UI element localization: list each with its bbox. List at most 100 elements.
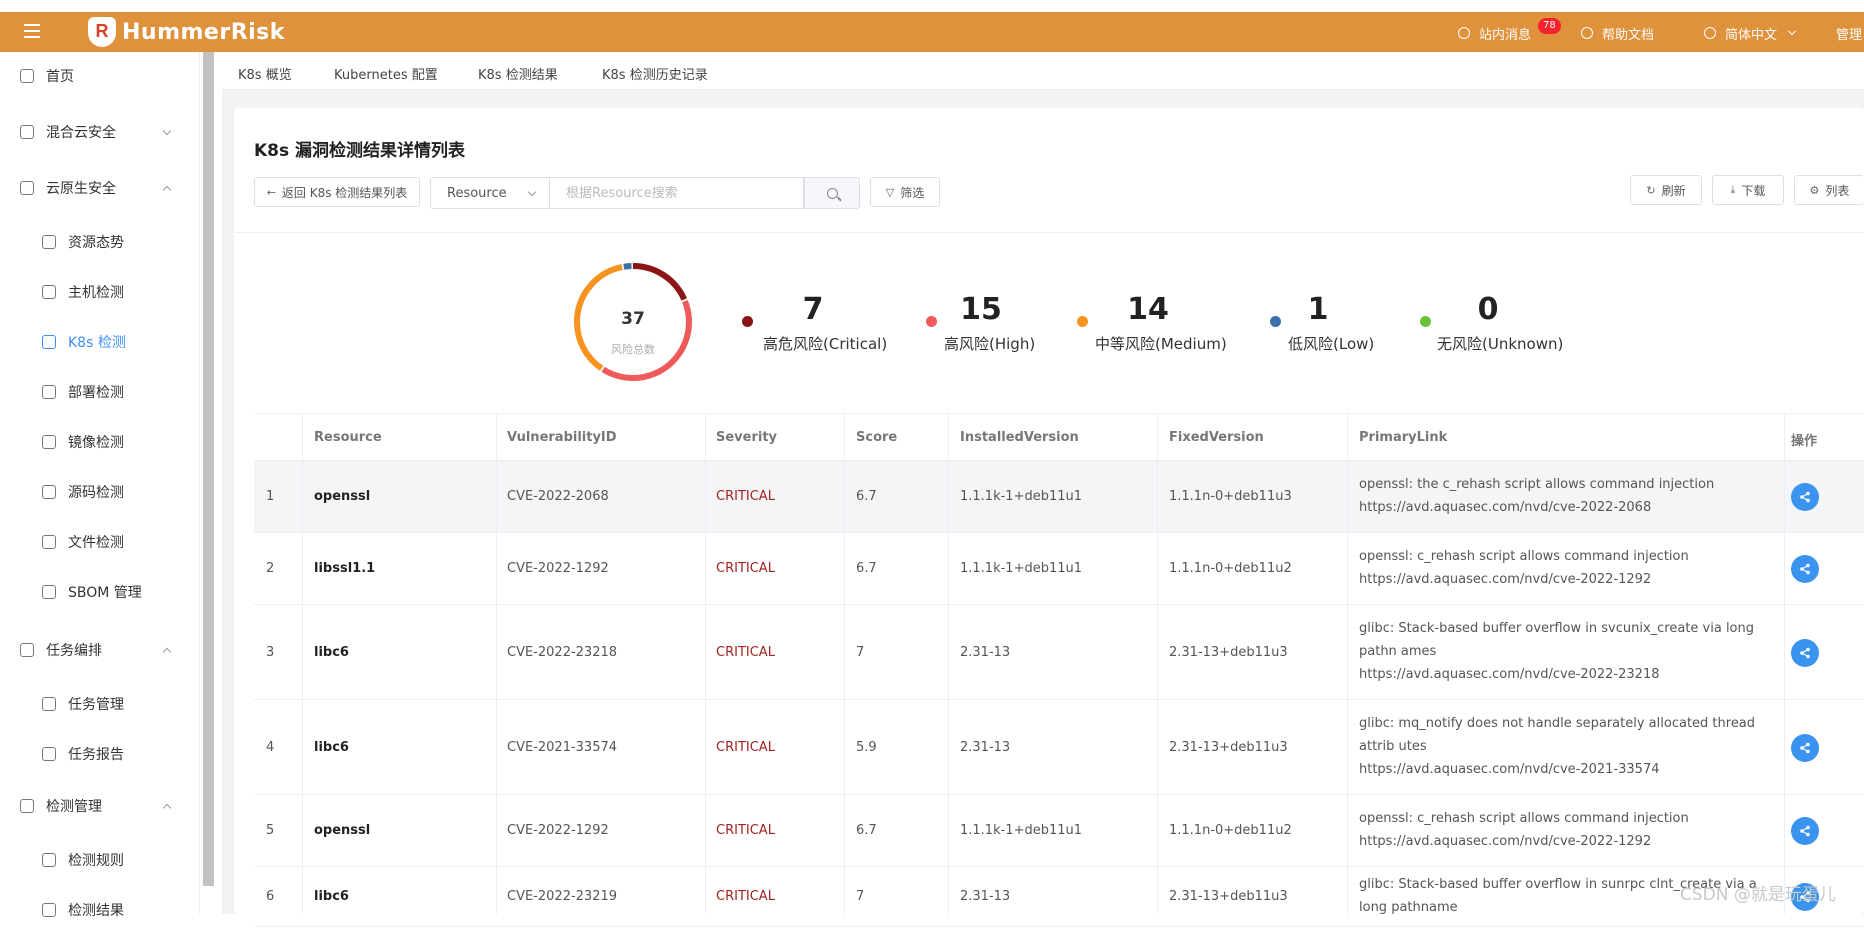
sidebar-item-label: 主机检测 [68,285,124,301]
cloud-icon [20,125,34,139]
cell-vid: CVE-2022-23218 [507,644,618,660]
cell-score: 6.7 [856,561,877,576]
severity-dot [1270,316,1281,327]
sidebar-item[interactable]: 检测管理 [0,786,190,826]
sidebar-item[interactable]: 源码检测 [0,472,190,512]
help-docs-button[interactable]: 帮助文档 [1581,24,1654,43]
sidebar-item[interactable]: K8s 检测 [0,322,190,362]
cell-vid: CVE-2022-23219 [507,889,618,904]
vuln-link[interactable]: https://avd.aquasec.com/nvd/cve-2022-232… [1359,663,1779,686]
sidebar-item[interactable]: 检测结果 [0,890,190,930]
sidebar-item[interactable]: 任务管理 [0,684,190,724]
download-icon: ⤓ [1730,183,1736,196]
tab-k8s-results[interactable]: K8s 检测结果 [478,64,558,83]
share-button[interactable] [1791,817,1819,845]
severity-count: 15 [960,292,1002,327]
share-icon [1800,491,1810,503]
cell-installed: 2.31-13 [960,644,1011,660]
sidebar-item[interactable]: 资源态势 [0,222,190,262]
sidebar: 首页混合云安全云原生安全资源态势主机检测 K8s 检测 部署检测镜像检测源码检测文件… [0,52,200,919]
k8s-icon [42,335,56,349]
user-menu[interactable]: 管理 [1836,24,1862,43]
cell-score: 7 [856,889,865,904]
refresh-button[interactable]: ↻ 刷新 [1630,175,1702,205]
tab-kubernetes-config[interactable]: Kubernetes 配置 [334,64,438,83]
col-severity[interactable]: Severity [716,430,777,445]
share-button[interactable] [1791,638,1819,667]
severity-count: 0 [1477,292,1499,327]
cell-installed: 2.31-13 [960,739,1011,755]
tab-k8s-history[interactable]: K8s 检测历史记录 [602,64,708,83]
vuln-link[interactable]: https://avd.aquasec.com/nvd/cve-2022-129… [1359,830,1779,853]
severity-count: 7 [802,292,824,327]
sidebar-item[interactable]: 文件检测 [0,522,190,562]
chevron-down-icon [162,126,172,136]
tab-bar: K8s 概览 Kubernetes 配置 K8s 检测结果 K8s 检测历史记录 [222,52,1864,90]
cell-resource: openssl [314,823,371,838]
list-icon [20,643,34,657]
severity-label: 高危风险(Critical) [763,335,888,353]
tab-k8s-overview[interactable]: K8s 概览 [238,64,292,83]
vuln-description: openssl: the c_rehash script allows comm… [1359,477,1715,492]
sidebar-item[interactable]: 部署检测 [0,372,190,412]
cell-resource: libc6 [314,644,349,660]
sidebar-item-label: 部署检测 [68,385,124,401]
cell-resource: libc6 [314,889,349,904]
vuln-link[interactable]: https://avd.aquasec.com/nvd/cve-2022-206… [1359,496,1779,519]
sidebar-item[interactable]: 任务编排 [0,630,190,670]
search-icon [827,188,838,199]
search-button[interactable] [804,177,860,209]
refresh-label: 刷新 [1661,183,1686,198]
col-score[interactable]: Score [856,430,897,445]
download-button[interactable]: ⤓ 下载 [1712,175,1784,205]
sidebar-item-label: 检测管理 [46,799,102,815]
share-button[interactable] [1791,483,1819,511]
sidebar-item-label: 混合云安全 [46,125,116,141]
col-vulnerability-id[interactable]: VulnerabilityID [507,430,617,445]
sidebar-item[interactable]: 首页 [0,56,190,96]
sidebar-item-label: K8s 检测 [68,335,126,351]
severity-count: 1 [1307,292,1329,327]
sidebar-item[interactable]: 任务报告 [0,734,190,774]
messages-button[interactable]: 站内消息 78 [1458,18,1561,43]
sidebar-item[interactable]: SBOM 管理 [0,572,190,612]
dashboard-icon [20,69,34,83]
vuln-link[interactable]: https://avd.aquasec.com/nvd/cve-2021-335… [1359,758,1779,781]
search-field-select[interactable]: Resource [430,177,550,209]
cell-score: 6.7 [856,489,877,504]
filter-button[interactable]: ▽ 筛选 [870,177,940,207]
menu-toggle-icon[interactable] [24,24,40,38]
col-divider [948,413,949,914]
col-divider [705,413,706,914]
sidebar-item[interactable]: 混合云安全 [0,112,190,152]
col-primary-link[interactable]: PrimaryLink [1359,430,1447,445]
columns-button[interactable]: ⚙ 列表 [1794,175,1864,205]
severity-label: 中等风险(Medium) [1095,335,1227,353]
search-input[interactable] [550,177,804,209]
file-icon [42,535,56,549]
col-installed-version[interactable]: InstalledVersion [960,430,1079,445]
sidebar-item[interactable]: 云原生安全 [0,168,190,208]
cell-fixed: 2.31-13+deb11u3 [1169,739,1288,755]
filter-label: 筛选 [900,185,925,200]
brand-logo[interactable]: HummerRisk [88,16,285,48]
share-icon [1800,742,1810,753]
col-fixed-version[interactable]: FixedVersion [1169,430,1264,445]
refresh-icon: ↻ [1646,183,1656,197]
sidebar-item[interactable]: 主机检测 [0,272,190,312]
col-divider [302,413,303,914]
globe-icon [1704,27,1716,39]
cell-severity: CRITICAL [716,489,775,504]
share-button[interactable] [1791,733,1819,762]
cell-installed: 2.31-13 [960,889,1011,904]
sidebar-item[interactable]: 镜像检测 [0,422,190,462]
language-select[interactable]: 简体中文 [1704,24,1797,43]
sidebar-scrollbar[interactable] [203,52,214,886]
vuln-link[interactable]: https://avd.aquasec.com/nvd/cve-2022-129… [1359,568,1779,591]
col-resource[interactable]: Resource [314,430,382,445]
sidebar-item[interactable]: 检测规则 [0,840,190,880]
sidebar-item-label: 资源态势 [68,235,124,251]
share-button[interactable] [1791,555,1819,583]
back-button[interactable]: ← 返回 K8s 检测结果列表 [254,177,420,207]
col-divider [496,413,497,914]
